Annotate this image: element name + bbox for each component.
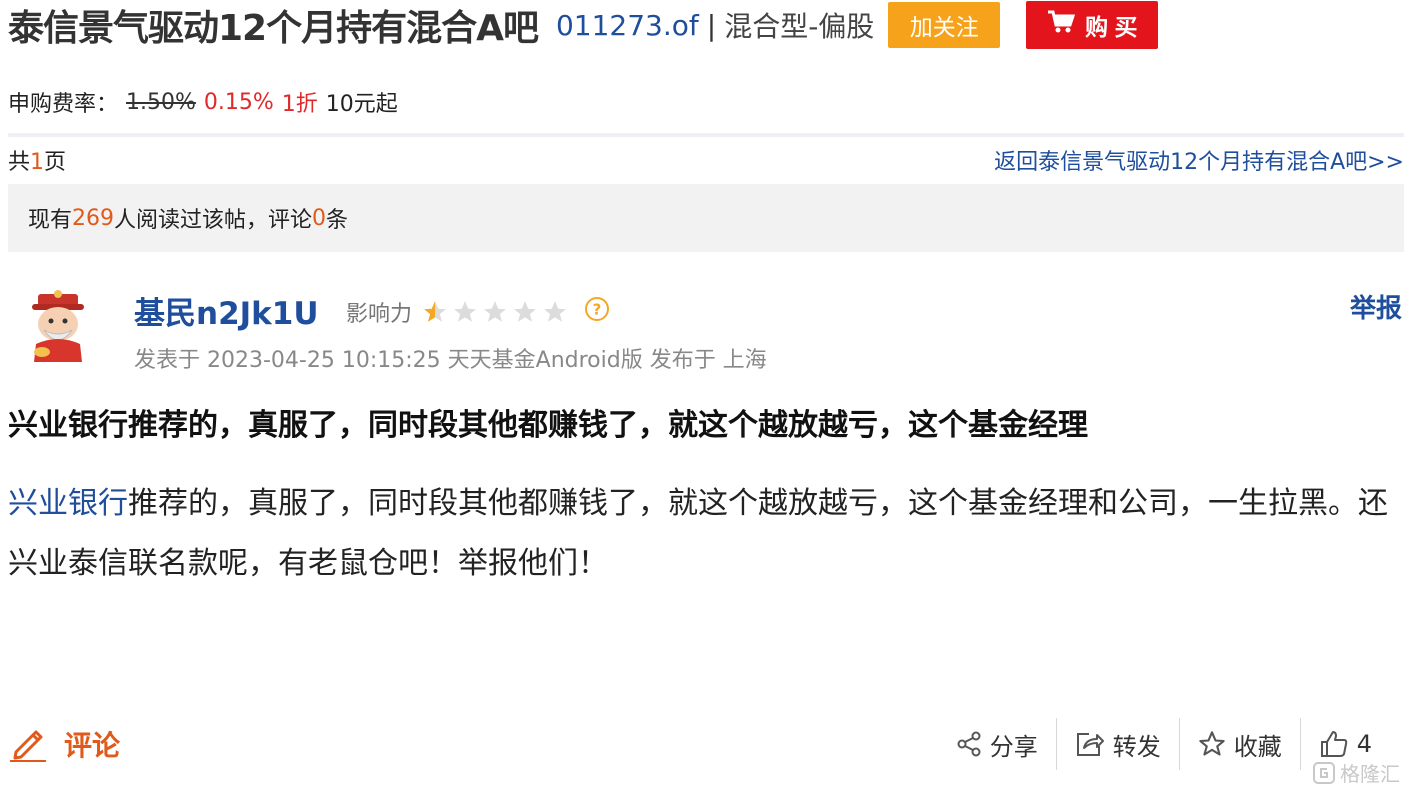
favorite-button[interactable]: 收藏 (1180, 718, 1300, 770)
share-icon (957, 731, 981, 757)
comment-count: 0 (312, 205, 327, 231)
share-button[interactable]: 分享 (938, 718, 1056, 770)
fee-label: 申购费率： (8, 92, 119, 117)
star-empty-icon (544, 301, 566, 322)
comment-label: 评论 (64, 729, 121, 762)
share-label: 分享 (989, 732, 1038, 761)
post-body: 兴业银行推荐的，真服了，同时段其他都赚钱了，就这个越放越亏，这个基金经理和公司，… (8, 474, 1398, 594)
fund-code[interactable]: 011273.of (556, 9, 699, 42)
forward-button[interactable]: 转发 (1057, 718, 1179, 770)
star-empty-icon (484, 301, 506, 322)
help-icon[interactable]: ? (584, 296, 610, 328)
star-empty-icon (454, 301, 476, 322)
avatar[interactable] (22, 290, 94, 362)
post-page: 泰信景气驱动12个月持有混合A吧 011273.of | 混合型-偏股 加关注 … (0, 0, 1404, 791)
post-body-text: 推荐的，真服了，同时段其他都赚钱了，就这个越放越亏，这个基金经理和公司，一生拉黑… (8, 486, 1388, 581)
like-count: 4 (1356, 730, 1372, 758)
divider (8, 133, 1404, 137)
read-stats: 现有 269 人阅读过该帖，评论 0 条 (8, 184, 1404, 252)
watermark-text: 格隆汇 (1340, 762, 1400, 786)
stock-link[interactable]: 兴业银行 (8, 486, 128, 521)
fee-original-rate: 1.50% (126, 89, 196, 115)
influence-label: 影响力 (346, 302, 413, 327)
forward-label: 转发 (1112, 732, 1161, 761)
reader-count: 269 (72, 205, 115, 231)
pencil-icon (8, 722, 48, 766)
fee-discount-rate: 0.15% (203, 89, 274, 115)
cart-icon (1047, 10, 1076, 40)
influence-stars (422, 299, 568, 325)
thumbs-up-icon (1320, 731, 1347, 757)
report-link[interactable]: 举报 (1350, 288, 1402, 325)
buy-button[interactable]: 购 买 (1026, 1, 1159, 49)
fund-title[interactable]: 泰信景气驱动12个月持有混合A吧 (8, 0, 539, 51)
star-half-icon (424, 301, 446, 322)
svg-text:?: ? (593, 301, 602, 319)
watermark-logo-icon (1313, 761, 1335, 784)
post-title: 兴业银行推荐的，真服了，同时段其他都赚钱了，就这个越放越亏，这个基金经理 (8, 408, 1088, 443)
fee-min-amount: 10元起 (325, 92, 398, 117)
watermark: 格隆汇 (1312, 758, 1400, 787)
star-outline-icon (1199, 731, 1225, 756)
header-separator: | (706, 8, 717, 42)
pager-row: 共1页 返回泰信景气驱动12个月持有混合A吧>> (8, 144, 1404, 176)
follow-button[interactable]: 加关注 (888, 2, 1001, 48)
forward-icon (1076, 733, 1104, 756)
buy-label: 购 买 (1085, 14, 1138, 40)
fee-discount: 1折 (281, 92, 318, 117)
fund-type: 混合型-偏股 (724, 10, 875, 43)
follow-label: 加关注 (909, 14, 979, 40)
fee-row: 申购费率： 1.50% 0.15% 1折 10元起 (8, 86, 398, 118)
username-link[interactable]: 基民n2Jk1U (134, 288, 319, 333)
fund-header: 泰信景气驱动12个月持有混合A吧 011273.of | 混合型-偏股 加关注 … (8, 0, 1159, 51)
page-count: 共1页 (8, 150, 67, 175)
comment-button[interactable]: 评论 (8, 722, 120, 766)
back-to-forum-link[interactable]: 返回泰信景气驱动12个月持有混合A吧>> (994, 144, 1404, 176)
favorite-label: 收藏 (1233, 732, 1282, 761)
star-empty-icon (514, 301, 536, 322)
post-meta: 发表于 2023-04-25 10:15:25 天天基金Android版 发布于… (134, 348, 767, 373)
influence-rating: 影响力 ? (346, 296, 610, 328)
